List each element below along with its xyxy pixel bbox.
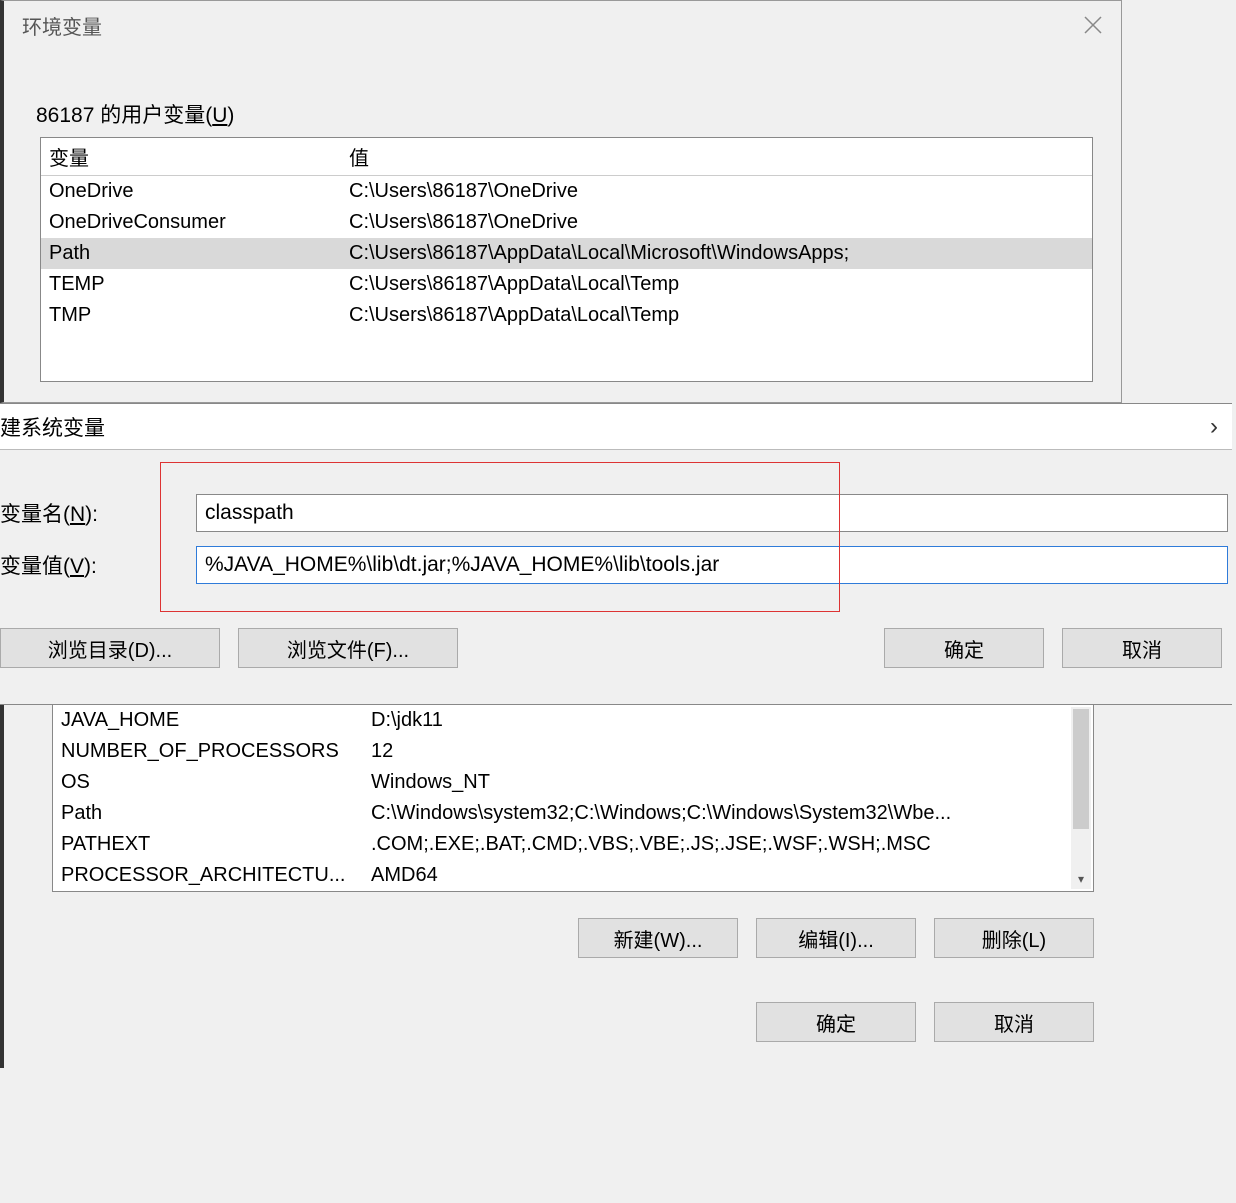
browse-file-button[interactable]: 浏览文件(F)... [238, 628, 458, 668]
delete-button[interactable]: 删除(L) [934, 918, 1094, 958]
cell-value: .COM;.EXE;.BAT;.CMD;.VBS;.VBE;.JS;.JSE;.… [363, 829, 1069, 860]
table-row[interactable]: JAVA_HOMED:\jdk11 [53, 705, 1093, 736]
scroll-down-icon[interactable]: ▾ [1071, 869, 1091, 889]
cell-value: D:\jdk11 [363, 705, 1069, 736]
column-header-variable[interactable]: 变量 [41, 138, 341, 175]
cell-variable: PROCESSOR_ARCHITECTU... [53, 860, 363, 891]
cell-variable: NUMBER_OF_PROCESSORS [53, 736, 363, 767]
new-system-variable-dialog: 建系统变量 › 变量名(N): 变量值(V): 浏览目录(D)... 浏览文件(… [0, 403, 1232, 705]
cell-variable: OneDrive [41, 176, 341, 207]
subdialog-cancel-button[interactable]: 取消 [1062, 628, 1222, 668]
cell-variable: PATHEXT [53, 829, 363, 860]
cell-value: C:\Users\86187\AppData\Local\Temp [341, 269, 1092, 300]
table-row[interactable]: TEMPC:\Users\86187\AppData\Local\Temp [41, 269, 1092, 300]
scroll-thumb[interactable] [1073, 709, 1089, 829]
variable-name-input[interactable] [196, 494, 1228, 532]
edit-button[interactable]: 编辑(I)... [756, 918, 916, 958]
cell-value: Windows_NT [363, 767, 1069, 798]
variable-value-label: 变量值(V): [0, 550, 196, 580]
cell-value: 12 [363, 736, 1069, 767]
table-row[interactable]: OneDriveConsumerC:\Users\86187\OneDrive [41, 207, 1092, 238]
highlight-box [160, 462, 840, 612]
table-row[interactable]: OSWindows_NT [53, 767, 1093, 798]
cell-variable: OS [53, 767, 363, 798]
ok-button[interactable]: 确定 [756, 1002, 916, 1042]
cell-value: C:\Users\86187\OneDrive [341, 176, 1092, 207]
chevron-right-icon[interactable]: › [1210, 413, 1218, 441]
table-row[interactable]: TMPC:\Users\86187\AppData\Local\Temp [41, 300, 1092, 331]
cell-variable: TMP [41, 300, 341, 331]
cell-value: AMD64 [363, 860, 1069, 891]
table-row[interactable]: PathC:\Users\86187\AppData\Local\Microso… [41, 238, 1092, 269]
cell-variable: OneDriveConsumer [41, 207, 341, 238]
table-row[interactable]: NUMBER_OF_PROCESSORS12 [53, 736, 1093, 767]
browse-directory-button[interactable]: 浏览目录(D)... [0, 628, 220, 668]
cell-value: C:\Users\86187\AppData\Local\Temp [341, 300, 1092, 331]
variable-name-label: 变量名(N): [0, 498, 196, 528]
column-header-value[interactable]: 值 [341, 138, 1092, 175]
cell-value: C:\Windows\system32;C:\Windows;C:\Window… [363, 798, 1069, 829]
system-vars-table[interactable]: JAVA_HOMED:\jdk11NUMBER_OF_PROCESSORS12O… [52, 705, 1094, 892]
user-vars-table[interactable]: 变量 值 OneDriveC:\Users\86187\OneDriveOneD… [40, 137, 1093, 382]
cell-variable: Path [41, 238, 341, 269]
cell-variable: JAVA_HOME [53, 705, 363, 736]
env-vars-dialog: 环境变量 86187 的用户变量(U) 变量 值 OneDriveC:\User… [0, 0, 1122, 403]
cancel-button[interactable]: 取消 [934, 1002, 1094, 1042]
scrollbar[interactable]: ▾ [1071, 707, 1091, 889]
table-row[interactable]: PathC:\Windows\system32;C:\Windows;C:\Wi… [53, 798, 1093, 829]
system-vars-section: JAVA_HOMED:\jdk11NUMBER_OF_PROCESSORS12O… [0, 705, 1122, 1068]
cell-value: C:\Users\86187\AppData\Local\Microsoft\W… [341, 238, 1092, 269]
dialog-title: 环境变量 [22, 11, 102, 40]
subdialog-title: 建系统变量 [0, 412, 105, 442]
table-row[interactable]: PATHEXT.COM;.EXE;.BAT;.CMD;.VBS;.VBE;.JS… [53, 829, 1093, 860]
cell-variable: TEMP [41, 269, 341, 300]
table-header: 变量 值 [41, 138, 1092, 176]
titlebar: 环境变量 [4, 1, 1121, 49]
subdialog-titlebar: 建系统变量 › [0, 404, 1232, 450]
new-button[interactable]: 新建(W)... [578, 918, 738, 958]
table-row[interactable]: PROCESSOR_ARCHITECTU...AMD64 [53, 860, 1093, 891]
close-icon[interactable] [1073, 5, 1113, 45]
cell-variable: Path [53, 798, 363, 829]
subdialog-ok-button[interactable]: 确定 [884, 628, 1044, 668]
cell-value: C:\Users\86187\OneDrive [341, 207, 1092, 238]
user-vars-group-label: 86187 的用户变量(U) [36, 99, 1121, 129]
variable-value-input[interactable] [196, 546, 1228, 584]
table-row[interactable]: OneDriveC:\Users\86187\OneDrive [41, 176, 1092, 207]
